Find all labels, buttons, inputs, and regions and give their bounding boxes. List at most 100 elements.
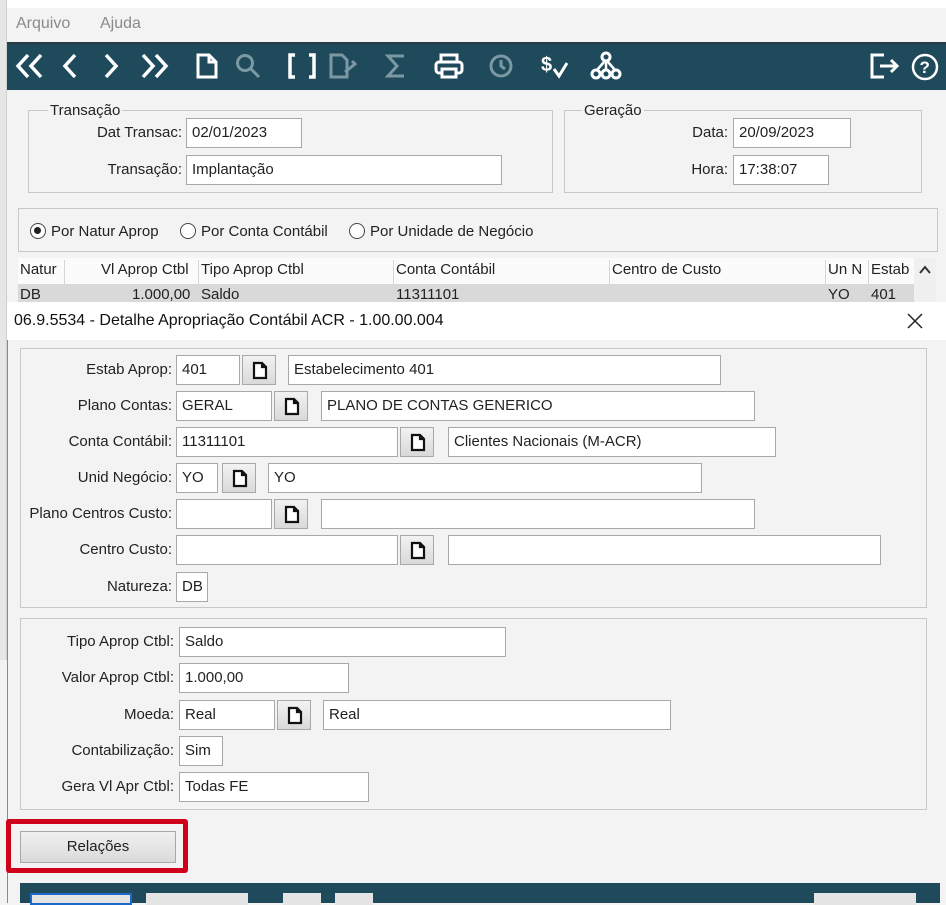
conta-contabil-desc-field[interactable]: Clientes Nacionais (M-ACR) xyxy=(448,427,776,457)
grid-col-divider xyxy=(609,260,610,284)
grid-header-centro-custo[interactable]: Centro de Custo xyxy=(612,259,721,281)
search-icon[interactable] xyxy=(234,52,262,80)
radio-label: Por Unidade de Negócio xyxy=(370,222,534,240)
sum-icon[interactable] xyxy=(384,52,408,80)
natureza-label: Natureza: xyxy=(106,578,172,595)
cancel-button[interactable] xyxy=(146,893,248,905)
gera-vl-apr-field[interactable]: Todas FE xyxy=(179,772,369,802)
plano-contas-zoom-button[interactable] xyxy=(274,391,308,421)
radio-por-natur-aprop[interactable]: Por Natur Aprop xyxy=(30,221,159,241)
grid-header-conta-contabil[interactable]: Conta Contábil xyxy=(396,259,495,281)
transacao-field[interactable]: Implantação xyxy=(186,155,502,185)
close-icon[interactable] xyxy=(904,310,926,332)
help-icon[interactable]: ? xyxy=(910,52,940,82)
dialog-prev-button[interactable] xyxy=(283,893,321,905)
document-icon xyxy=(284,397,300,416)
svg-text:$: $ xyxy=(541,54,552,76)
dat-transac-label: Dat Transac: xyxy=(96,124,182,141)
exit-icon[interactable] xyxy=(868,52,902,80)
conta-contabil-label: Conta Contábil: xyxy=(68,433,172,450)
moeda-label: Moeda: xyxy=(123,706,174,723)
help-button[interactable] xyxy=(814,893,916,905)
document-icon xyxy=(284,505,300,524)
currency-icon[interactable]: $ xyxy=(539,51,569,81)
document-icon xyxy=(232,469,248,488)
prev-icon[interactable] xyxy=(60,51,82,81)
grid-col-divider xyxy=(64,260,65,284)
brackets-icon[interactable] xyxy=(286,52,318,80)
hora-label: Hora: xyxy=(691,161,728,178)
contabilizacao-field[interactable]: Sim xyxy=(179,736,223,766)
grid-header-estab[interactable]: Estab xyxy=(871,259,909,281)
last-icon[interactable] xyxy=(138,51,170,81)
document-icon xyxy=(410,541,426,560)
contabilizacao-label: Contabilização: xyxy=(71,742,174,759)
valor-aprop-field[interactable]: 1.000,00 xyxy=(179,663,349,693)
centro-custo-zoom-button[interactable] xyxy=(400,535,434,565)
centro-custo-label: Centro Custo: xyxy=(79,541,172,558)
radio-por-unidade-negocio[interactable]: Por Unidade de Negócio xyxy=(349,221,533,241)
unid-negocio-label: Unid Negócio: xyxy=(77,469,172,486)
radio-dot xyxy=(349,223,365,239)
left-edge-strip xyxy=(0,0,7,660)
grid-scrollbar[interactable] xyxy=(914,258,936,302)
moeda-zoom-button[interactable] xyxy=(277,700,311,730)
next-icon[interactable] xyxy=(100,51,122,81)
estab-aprop-code-field[interactable]: 401 xyxy=(176,355,240,385)
history-icon[interactable] xyxy=(486,52,516,80)
document-icon xyxy=(287,706,303,725)
plano-contas-label: Plano Contas: xyxy=(77,397,172,414)
plano-centros-custo-zoom-button[interactable] xyxy=(274,499,308,529)
relacoes-button[interactable]: Relações xyxy=(20,831,176,863)
plano-centros-custo-code-field[interactable] xyxy=(176,499,272,529)
moeda-desc-field[interactable]: Real xyxy=(323,700,671,730)
ok-button[interactable] xyxy=(30,893,132,905)
edit-doc-icon[interactable] xyxy=(328,52,358,80)
unid-negocio-desc-field[interactable]: YO xyxy=(268,463,702,493)
centro-custo-code-field[interactable] xyxy=(176,535,398,565)
conta-contabil-zoom-button[interactable] xyxy=(400,427,434,457)
grid-col-divider xyxy=(825,260,826,284)
window-top-strip xyxy=(0,0,946,8)
dialog-next-button[interactable] xyxy=(335,893,373,905)
document-icon xyxy=(252,361,268,380)
document-icon xyxy=(410,433,426,452)
grid-header-un-n[interactable]: Un N xyxy=(828,259,862,281)
new-doc-icon[interactable] xyxy=(195,52,219,80)
plano-contas-code-field[interactable]: GERAL xyxy=(176,391,272,421)
radio-dot xyxy=(180,223,196,239)
centro-custo-desc-field[interactable] xyxy=(448,535,881,565)
tipo-aprop-field[interactable]: Saldo xyxy=(179,627,506,657)
hierarchy-icon[interactable] xyxy=(588,51,624,81)
grid-header-tipo-aprop[interactable]: Tipo Aprop Ctbl xyxy=(201,259,304,281)
relacoes-button-label: Relações xyxy=(66,838,130,855)
conta-contabil-code-field[interactable]: 11311101 xyxy=(176,427,398,457)
unid-negocio-code-field[interactable]: YO xyxy=(176,463,218,493)
estab-zoom-button[interactable] xyxy=(242,355,276,385)
first-icon[interactable] xyxy=(14,51,46,81)
plano-centros-custo-desc-field[interactable] xyxy=(321,499,755,529)
plano-centros-custo-label: Plano Centros Custo: xyxy=(29,505,172,522)
grid-col-divider xyxy=(198,260,199,284)
menu-bar: Arquivo Ajuda xyxy=(7,8,946,42)
data-field[interactable]: 20/09/2023 xyxy=(733,118,851,148)
radio-label: Por Conta Contábil xyxy=(201,222,328,240)
unid-negocio-zoom-button[interactable] xyxy=(222,463,256,493)
radio-por-conta-contabil[interactable]: Por Conta Contábil xyxy=(180,221,328,241)
scroll-up-icon[interactable] xyxy=(918,264,932,276)
valor-aprop-label: Valor Aprop Ctbl: xyxy=(61,669,174,686)
natureza-field[interactable]: DB xyxy=(176,572,208,602)
menu-ajuda[interactable]: Ajuda xyxy=(100,15,141,33)
grid-col-divider xyxy=(393,260,394,284)
grid-header-natur[interactable]: Natur xyxy=(20,259,57,281)
estab-aprop-desc-field[interactable]: Estabelecimento 401 xyxy=(288,355,721,385)
moeda-code-field[interactable]: Real xyxy=(179,700,275,730)
print-icon[interactable] xyxy=(433,52,465,80)
radio-label: Por Natur Aprop xyxy=(51,222,159,240)
plano-contas-desc-field[interactable]: PLANO DE CONTAS GENERICO xyxy=(321,391,755,421)
grid-header-vl-aprop[interactable]: Vl Aprop Ctbl xyxy=(101,259,189,281)
menu-arquivo[interactable]: Arquivo xyxy=(16,15,70,33)
geracao-legend: Geração xyxy=(582,102,644,120)
dat-transac-field[interactable]: 02/01/2023 xyxy=(186,118,302,148)
hora-field[interactable]: 17:38:07 xyxy=(733,155,829,185)
